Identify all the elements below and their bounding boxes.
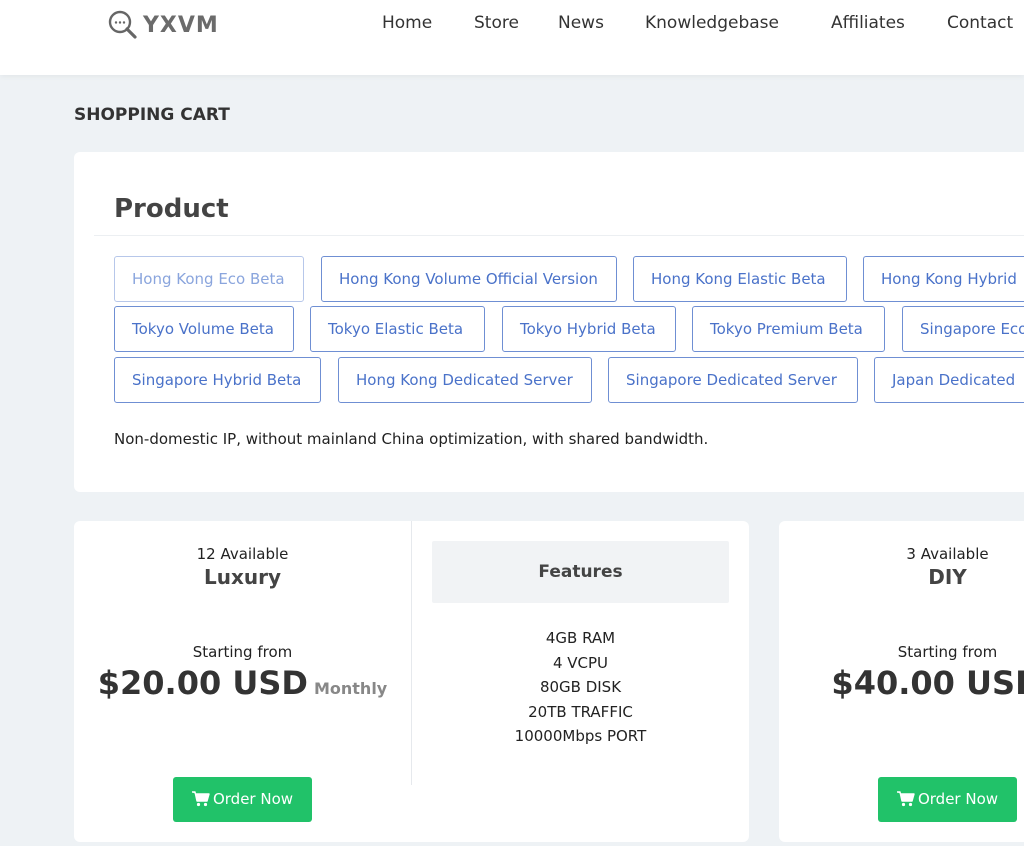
starting-from-label: Starting from [192, 643, 293, 661]
product-chip-hong-kong-elastic-beta[interactable]: Hong Kong Elastic Beta [633, 256, 847, 302]
product-chip-tokyo-volume-beta[interactable]: Tokyo Volume Beta [114, 306, 294, 352]
product-selector-card: Product Hong Kong Eco Beta Hong Kong Vol… [74, 152, 1024, 492]
product-chip-hong-kong-dedicated[interactable]: Hong Kong Dedicated Server [338, 357, 592, 403]
order-now-button[interactable]: Order Now [878, 777, 1017, 822]
page-title: SHOPPING CART [74, 105, 230, 125]
nav-knowledgebase[interactable]: Knowledgebase [645, 13, 779, 33]
plan-name: Luxury [203, 565, 282, 589]
nav-affiliates[interactable]: Affiliates [831, 13, 905, 33]
cart-icon [191, 791, 210, 807]
plan-card-luxury: 12 Available Luxury Starting from $20.00… [74, 521, 749, 842]
feature-list: 4GB RAM 4 VCPU 80GB DISK 20TB TRAFFIC 10… [432, 626, 729, 749]
product-chip-tokyo-hybrid-beta[interactable]: Tokyo Hybrid Beta [502, 306, 676, 352]
feature-item: 10000Mbps PORT [514, 727, 647, 746]
order-now-label: Order Now [917, 790, 999, 808]
price-row: $40.00 USDM [779, 664, 1024, 702]
product-chip-singapore-dedicated[interactable]: Singapore Dedicated Server [608, 357, 858, 403]
price-row: $20.00 USD Monthly [74, 664, 411, 702]
feature-item: 20TB TRAFFIC [528, 702, 633, 721]
nav-news[interactable]: News [558, 13, 604, 33]
feature-item: 4GB RAM [545, 629, 616, 647]
column-divider [411, 521, 412, 785]
starting-from-label: Starting from [897, 643, 998, 661]
product-chip-hong-kong-eco-beta[interactable]: Hong Kong Eco Beta [114, 256, 304, 302]
cart-icon [896, 791, 915, 807]
product-chip-japan-dedicated[interactable]: Japan Dedicated [874, 357, 1024, 403]
product-description: Non-domestic IP, without mainland China … [114, 430, 709, 448]
main-nav: Home Store News Knowledgebase Affiliates… [0, 13, 1024, 37]
product-chip-hong-kong-hybrid[interactable]: Hong Kong Hybrid [863, 256, 1024, 302]
product-chip-tokyo-premium-beta[interactable]: Tokyo Premium Beta [692, 306, 885, 352]
plan-summary: 3 Available DIY Starting from $40.00 USD… [779, 521, 1024, 841]
nav-contact[interactable]: Contact [947, 13, 1013, 33]
product-chip-singapore-eco[interactable]: Singapore Eco [902, 306, 1024, 352]
availability-count: 12 Available [196, 545, 289, 563]
divider [94, 235, 1024, 236]
nav-home[interactable]: Home [382, 13, 432, 33]
product-chip-hong-kong-volume-official[interactable]: Hong Kong Volume Official Version [321, 256, 617, 302]
order-now-button[interactable]: Order Now [173, 777, 312, 822]
top-navbar: YXVM Home Store News Knowledgebase Affil… [0, 0, 1024, 75]
plan-price: $20.00 USD [97, 664, 308, 702]
feature-item: 80GB DISK [539, 678, 622, 697]
plan-summary: 12 Available Luxury Starting from $20.00… [74, 521, 411, 841]
plan-card-diy: 3 Available DIY Starting from $40.00 USD… [779, 521, 1024, 842]
billing-cycle: Monthly [313, 679, 388, 698]
features-heading: Features [432, 541, 729, 603]
product-chip-singapore-hybrid-beta[interactable]: Singapore Hybrid Beta [114, 357, 321, 403]
plan-name: DIY [928, 565, 967, 589]
order-now-label: Order Now [212, 790, 294, 808]
product-chip-tokyo-elastic-beta[interactable]: Tokyo Elastic Beta [310, 306, 485, 352]
product-section-title: Product [114, 194, 229, 224]
nav-store[interactable]: Store [474, 13, 519, 33]
plan-price: $40.00 USD [831, 664, 1024, 702]
features-panel: Features 4GB RAM 4 VCPU 80GB DISK 20TB T… [432, 541, 729, 749]
availability-count: 3 Available [906, 545, 989, 563]
feature-item: 4 VCPU [552, 653, 609, 672]
